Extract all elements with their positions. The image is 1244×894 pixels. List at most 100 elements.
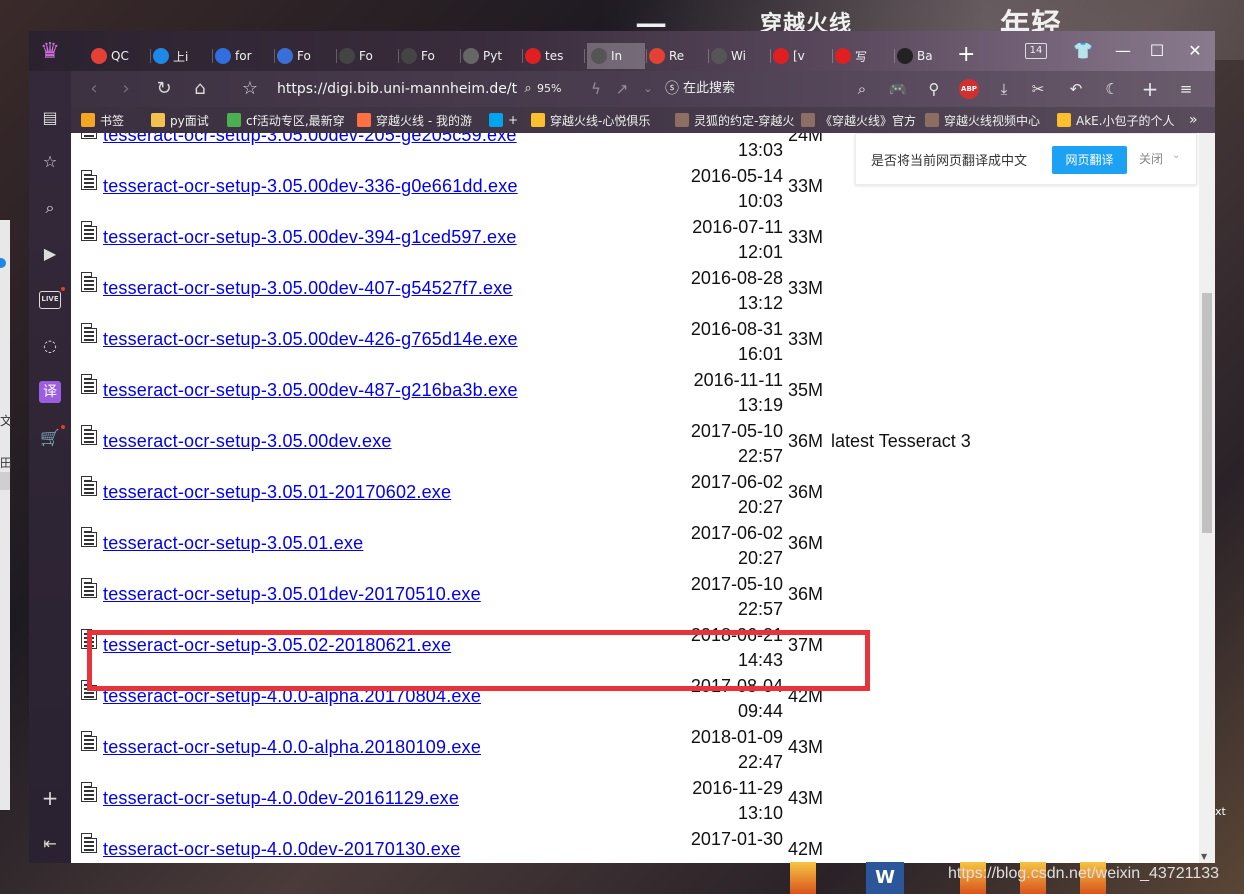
tab-0[interactable]: QC bbox=[91, 43, 149, 69]
file-link[interactable]: tesseract-ocr-setup-3.05.00dev-407-g5452… bbox=[103, 278, 513, 299]
bookmark-item[interactable]: + bbox=[489, 111, 527, 129]
bookmark-label: 穿越火线视频中心 bbox=[944, 113, 1041, 128]
tab-8[interactable]: In bbox=[587, 43, 645, 69]
tab-11[interactable]: [v bbox=[773, 43, 831, 69]
taskbar-app-icon[interactable] bbox=[790, 862, 816, 894]
file-link[interactable]: tesseract-ocr-setup-3.05.01dev-20170510.… bbox=[103, 584, 481, 605]
file-link[interactable]: tesseract-ocr-setup-4.0.0-alpha.20180109… bbox=[103, 737, 481, 758]
bookmark-item[interactable]: 书签 bbox=[81, 111, 141, 129]
news-icon[interactable]: ▤ bbox=[37, 105, 63, 131]
file-time: 20:27 bbox=[737, 548, 783, 568]
undo-icon[interactable]: ↶ bbox=[1065, 78, 1087, 100]
tab-1[interactable]: 上i bbox=[153, 43, 211, 69]
tab-10[interactable]: Wi bbox=[711, 43, 769, 69]
minimize-button[interactable]: — bbox=[1107, 39, 1139, 63]
tab-9[interactable]: Re bbox=[649, 43, 707, 69]
bookmark-label: py面试 bbox=[170, 113, 209, 128]
translate-close-button[interactable]: 关闭 bbox=[1139, 150, 1163, 167]
bookmark-item[interactable]: 穿越火线-心悦俱乐 bbox=[531, 111, 671, 129]
file-link[interactable]: tesseract-ocr-setup-4.0.0dev-20161129.ex… bbox=[103, 788, 459, 809]
forward-button[interactable]: › bbox=[113, 77, 139, 101]
bolt-icon[interactable]: ϟ bbox=[585, 78, 607, 100]
dropdown-chevron-icon[interactable]: ⌄ bbox=[637, 78, 659, 100]
tab-2[interactable]: for bbox=[215, 43, 273, 69]
scissors-icon[interactable]: ✂ bbox=[1027, 78, 1049, 100]
reload-button[interactable]: ↻ bbox=[151, 77, 177, 101]
bookmark-item[interactable]: cf活动专区,最新穿 bbox=[227, 111, 353, 129]
chevron-down-icon[interactable]: ⌄ bbox=[1172, 150, 1180, 161]
chat-icon[interactable]: ◌ bbox=[37, 333, 63, 359]
home-button[interactable]: ⌂ bbox=[187, 77, 213, 101]
translate-page-button[interactable]: 网页翻译 bbox=[1052, 146, 1127, 174]
file-link[interactable]: tesseract-ocr-setup-3.05.01.exe bbox=[103, 533, 363, 554]
tab-3[interactable]: Fo bbox=[277, 43, 335, 69]
more-bookmarks-button[interactable]: » bbox=[1189, 111, 1198, 129]
file-link[interactable]: tesseract-ocr-setup-3.05.00dev-336-g0e66… bbox=[103, 176, 518, 197]
scrollbar-thumb[interactable] bbox=[1202, 293, 1212, 533]
bookmark-item[interactable]: 穿越火线视频中心 bbox=[925, 111, 1051, 129]
tab-12[interactable]: 写 bbox=[835, 43, 893, 69]
zoom-search-icon[interactable]: ⌕ bbox=[517, 78, 539, 100]
bike-icon[interactable]: ⚲ bbox=[923, 78, 945, 100]
baidu-paw-icon bbox=[215, 48, 231, 64]
tab-4[interactable]: Fo bbox=[339, 43, 397, 69]
tab-label: [v bbox=[793, 49, 805, 63]
translate-question: 是否将当前网页翻译成中文 bbox=[871, 154, 1028, 169]
file-datetime: 2016-08-28 13:12 bbox=[643, 266, 783, 316]
browser-logo-icon[interactable]: ♛ bbox=[35, 39, 65, 65]
file-link[interactable]: tesseract-ocr-setup-3.05.00dev-426-g765d… bbox=[103, 329, 518, 350]
search-engine-icon[interactable]: ⓢ bbox=[661, 78, 683, 100]
file-link[interactable]: tesseract-ocr-setup-3.05.01-20170602.exe bbox=[103, 482, 451, 503]
collapse-sidebar-icon[interactable]: ⇤ bbox=[37, 831, 63, 857]
tab-count-badge[interactable]: 14 bbox=[1025, 43, 1047, 59]
skin-shirt-icon[interactable]: 👕 bbox=[1067, 39, 1099, 63]
address-bar[interactable]: https://digi.bib.uni-mannheim.de/te bbox=[277, 78, 517, 100]
file-time: 20:27 bbox=[737, 497, 783, 517]
chrome-icon bbox=[91, 48, 107, 64]
search-input[interactable]: 在此搜索 bbox=[683, 78, 853, 100]
tab-7[interactable]: tes bbox=[525, 43, 583, 69]
bookmark-item[interactable]: py面试 bbox=[151, 111, 221, 129]
vertical-scrollbar[interactable]: ▼ bbox=[1199, 133, 1215, 863]
search-icon[interactable]: ⌕ bbox=[851, 78, 873, 100]
new-tab-button[interactable]: + bbox=[957, 43, 975, 67]
download-icon[interactable]: ⤓ bbox=[993, 78, 1015, 100]
bookmark-item[interactable]: 灵狐的约定-穿越火 bbox=[675, 111, 797, 129]
shopping-cart-icon[interactable]: 🛒 bbox=[37, 425, 63, 451]
translate-icon[interactable]: 译 bbox=[39, 381, 61, 403]
video-icon[interactable]: ▶ bbox=[37, 241, 63, 267]
gamepad-icon[interactable]: 🎮 bbox=[887, 78, 909, 100]
file-link[interactable]: tesseract-ocr-setup-3.05.00dev-205-ge205… bbox=[103, 133, 517, 146]
bookmark-item[interactable]: AkE.小包子的个人 bbox=[1057, 111, 1185, 129]
scroll-down-arrow-icon[interactable]: ▼ bbox=[1201, 852, 1207, 861]
file-link[interactable]: tesseract-ocr-setup-4.0.0dev-20170130.ex… bbox=[103, 839, 460, 860]
share-icon[interactable]: ↗ bbox=[611, 78, 633, 100]
zoom-level[interactable]: 95% bbox=[537, 80, 561, 98]
tab-5[interactable]: Fo bbox=[401, 43, 459, 69]
sidebar-search-icon[interactable]: ⌕ bbox=[37, 195, 63, 221]
circle-bolt-icon bbox=[401, 48, 417, 64]
maximize-button[interactable]: ☐ bbox=[1141, 39, 1173, 63]
bookmark-item[interactable]: 穿越火线 - 我的游 bbox=[357, 111, 485, 129]
night-mode-icon[interactable]: ☾ bbox=[1101, 78, 1123, 100]
live-icon[interactable]: LIVE bbox=[39, 291, 61, 309]
favorites-star-icon[interactable]: ☆ bbox=[37, 149, 63, 175]
file-link[interactable]: tesseract-ocr-setup-3.05.00dev-394-g1ced… bbox=[103, 227, 517, 248]
file-time: 10:03 bbox=[737, 191, 783, 211]
back-button[interactable]: ‹ bbox=[81, 77, 107, 101]
file-link[interactable]: tesseract-ocr-setup-3.05.00dev-487-g216b… bbox=[103, 380, 518, 401]
sidebar-add-icon[interactable]: + bbox=[37, 785, 63, 811]
file-link[interactable]: tesseract-ocr-setup-3.05.00dev.exe bbox=[103, 431, 392, 452]
word-taskbar-icon[interactable]: W bbox=[866, 862, 904, 894]
add-icon[interactable]: + bbox=[1139, 78, 1161, 100]
adblock-icon[interactable]: ABP bbox=[959, 79, 979, 99]
menu-icon[interactable]: ≡ bbox=[1175, 78, 1197, 100]
windows-icon bbox=[489, 113, 503, 127]
tab-6[interactable]: Pyt bbox=[463, 43, 521, 69]
tab-13[interactable]: Ba bbox=[897, 43, 955, 69]
bookmark-item[interactable]: 《穿越火线》官方 bbox=[801, 111, 921, 129]
close-window-button[interactable]: ✕ bbox=[1179, 39, 1211, 63]
file-size: 33M bbox=[788, 227, 824, 247]
bookmark-star-icon[interactable]: ☆ bbox=[237, 77, 263, 101]
binary-file-icon bbox=[81, 221, 97, 241]
